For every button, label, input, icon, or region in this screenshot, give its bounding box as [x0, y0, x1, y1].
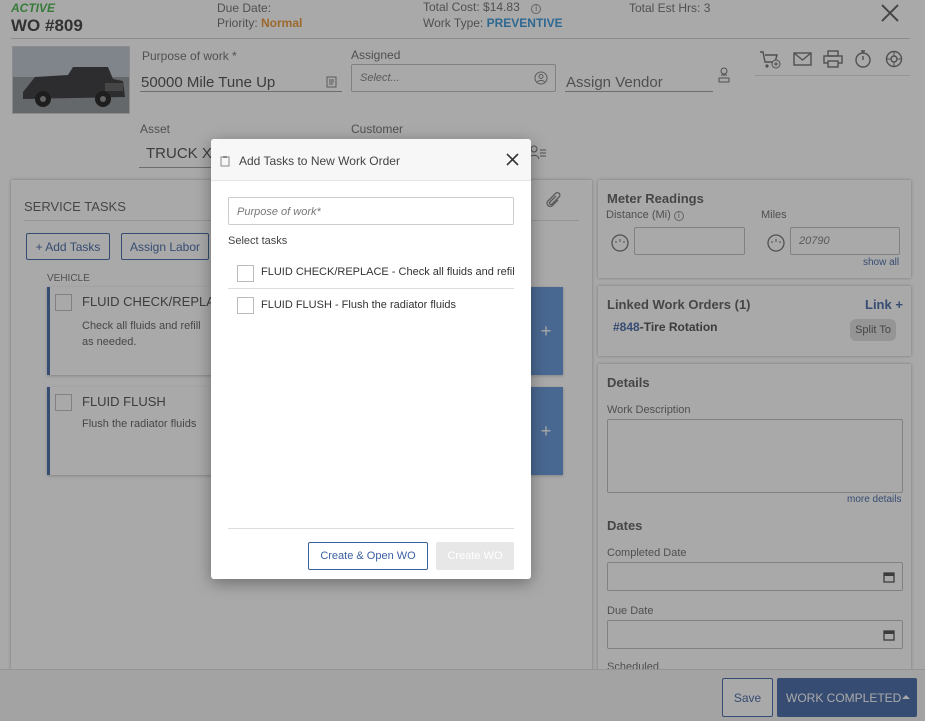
task-option[interactable]: FLUID FLUSH - Flush the radiator fluids — [228, 289, 514, 321]
modal-title: Add Tasks to New Work Order — [239, 154, 400, 168]
task-option-checkbox[interactable] — [237, 265, 254, 282]
select-tasks-label: Select tasks — [228, 235, 288, 247]
modal-footer-divider — [228, 528, 514, 529]
purpose-input[interactable]: Purpose of work* — [228, 197, 514, 225]
add-tasks-modal: Add Tasks to New Work Order Purpose of w… — [211, 139, 531, 579]
clipboard-icon — [220, 155, 230, 167]
create-wo-button[interactable]: Create WO — [436, 542, 514, 570]
task-option-label: FLUID CHECK/REPLACE - Check all fluids a… — [261, 266, 514, 278]
purpose-placeholder: Purpose of work* — [237, 206, 321, 218]
task-option-label: FLUID FLUSH - Flush the radiator fluids — [261, 299, 457, 311]
task-option-checkbox[interactable] — [237, 297, 254, 314]
close-icon[interactable] — [506, 153, 519, 166]
modal-header: Add Tasks to New Work Order — [211, 139, 531, 181]
create-open-wo-button[interactable]: Create & Open WO — [308, 542, 428, 570]
task-option[interactable]: FLUID CHECK/REPLACE - Check all fluids a… — [228, 257, 514, 289]
